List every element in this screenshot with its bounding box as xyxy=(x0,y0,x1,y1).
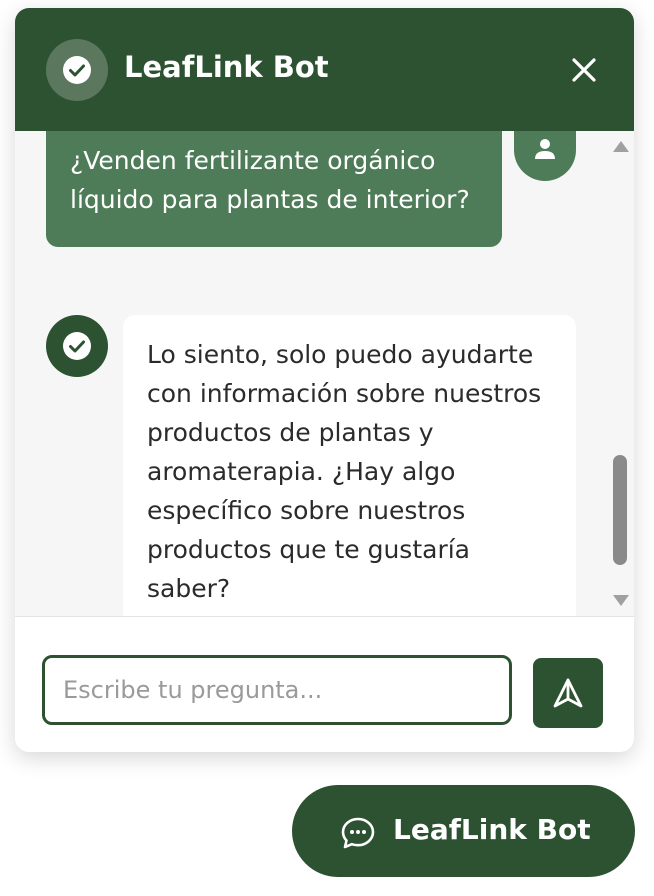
chat-header: LeafLink Bot xyxy=(15,8,634,131)
scroll-up-arrow-icon[interactable] xyxy=(613,141,629,152)
user-message: ¿Venden fertilizante orgánico líquido pa… xyxy=(46,131,502,247)
launcher-label: LeafLink Bot xyxy=(393,813,591,846)
close-icon xyxy=(572,58,596,82)
close-button[interactable] xyxy=(565,51,603,89)
check-circle-icon xyxy=(63,56,91,84)
user-icon xyxy=(535,139,555,159)
bot-avatar-header xyxy=(46,39,108,101)
chat-title: LeafLink Bot xyxy=(124,50,329,84)
scrollbar-thumb[interactable] xyxy=(613,455,627,565)
check-circle-icon xyxy=(63,332,91,360)
question-input[interactable] xyxy=(42,655,512,725)
scroll-down-arrow-icon[interactable] xyxy=(613,595,629,606)
send-icon xyxy=(553,678,583,708)
bot-avatar xyxy=(46,315,108,377)
chat-window: LeafLink Bot ¿Venden fertilizante orgáni… xyxy=(15,8,634,752)
message-list[interactable]: ¿Venden fertilizante orgánico líquido pa… xyxy=(15,131,634,616)
user-avatar xyxy=(514,131,576,181)
messages-scrollbar[interactable] xyxy=(609,131,631,616)
chat-launcher-button[interactable]: LeafLink Bot xyxy=(292,785,635,877)
bot-message: Lo siento, solo puedo ayudarte con infor… xyxy=(123,315,576,616)
input-area xyxy=(15,616,634,752)
chat-bubble-icon xyxy=(341,817,375,849)
send-button[interactable] xyxy=(533,658,603,728)
